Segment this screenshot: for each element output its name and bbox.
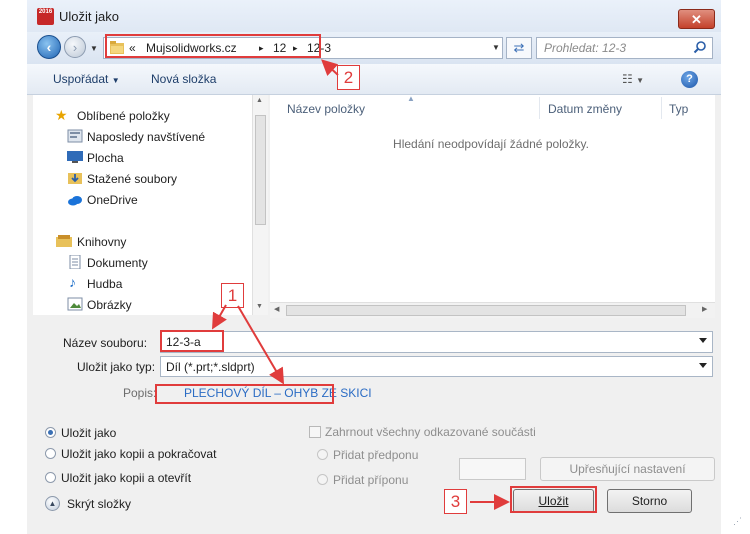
new-folder-button[interactable]: Nová složka [151,72,216,86]
onedrive-cloud-icon [68,196,82,206]
nav-item-recent[interactable]: Naposledy navštívené [87,130,205,144]
title-bar [27,0,721,32]
annotation-callout-2: 2 [337,65,360,90]
annotation-callout-1: 1 [221,283,244,308]
column-header-type[interactable]: Typ [669,102,688,116]
cancel-button[interactable]: Storno [607,489,692,513]
annotation-box-description [155,384,334,404]
documents-icon [69,255,81,269]
nav-item-documents[interactable]: Dokumenty [87,256,148,270]
command-toolbar [27,64,721,95]
add-prefix-radio[interactable] [317,449,328,460]
scroll-thumb[interactable] [255,115,266,225]
filename-input[interactable]: 12-3-a [160,331,713,353]
close-button[interactable]: ✕ [678,9,715,29]
nav-item-onedrive[interactable]: OneDrive [87,193,138,207]
solidworks-app-icon: 2016 [37,8,54,25]
window-title: Uložit jako [59,9,119,24]
column-header-name[interactable]: Název položky [287,102,365,116]
save-as-radio[interactable] [45,427,56,438]
libraries-icon [56,235,72,247]
file-list-horizontal-scrollbar[interactable]: ◀ ▶ [270,302,715,318]
filetype-value: Díl (*.prt;*.sldprt) [166,360,255,374]
advanced-settings-button[interactable]: Upřesňující nastavení [540,457,715,481]
save-copy-open-label[interactable]: Uložit jako kopii a otevřít [61,471,191,485]
nav-favorites-header[interactable]: Oblíbené položky [77,109,170,123]
file-list-pane [270,95,715,315]
add-prefix-label: Přidat předponu [333,448,419,462]
include-references-checkbox[interactable] [309,426,321,438]
scroll-up-arrow[interactable]: ▲ [256,97,263,104]
save-copy-continue-label[interactable]: Uložit jako kopii a pokračovat [61,447,216,461]
scroll-right-arrow[interactable]: ▶ [702,305,707,313]
address-dropdown[interactable]: ▼ [492,43,500,52]
view-options-icon[interactable]: ☷ ▼ [622,72,644,86]
filetype-label: Uložit jako typ: [77,360,156,374]
help-icon[interactable]: ? [681,71,698,88]
hide-folders-icon[interactable]: ▲ [45,496,60,511]
search-placeholder: Prohledat: 12-3 [544,41,627,55]
column-separator[interactable] [539,97,540,119]
save-copy-continue-radio[interactable] [45,448,56,459]
star-icon: ★ [55,107,68,123]
include-references-label: Zahrnout všechny odkazované součásti [325,425,536,439]
chevron-down-icon[interactable] [699,338,707,343]
nav-item-pictures[interactable]: Obrázky [87,298,132,312]
save-as-dialog: 2016 Uložit jako ✕ ‹ › ▼ « Mujsolidworks… [27,0,742,534]
filetype-select[interactable]: Díl (*.prt;*.sldprt) [160,356,713,377]
annotation-box-filename [160,330,224,352]
save-copy-open-radio[interactable] [45,472,56,483]
recent-pages-dropdown[interactable]: ▼ [90,44,98,53]
description-label: Popis: [123,386,157,400]
search-icon [693,41,706,54]
resize-grip[interactable]: ⋰ [733,516,742,527]
recent-places-icon [67,129,83,143]
scroll-thumb[interactable] [286,305,686,316]
annotation-callout-3: 3 [444,489,467,514]
nav-item-music[interactable]: Hudba [87,277,122,291]
empty-results-message: Hledání neodpovídají žádné položky. [393,137,589,151]
scroll-left-arrow[interactable]: ◀ [274,305,279,313]
chevron-down-icon[interactable] [699,363,707,368]
organize-button[interactable]: Uspořádat ▼ [53,72,120,86]
nav-pane-scrollbar[interactable]: ▲ ▼ [252,95,268,315]
sort-arrow-icon: ▲ [407,94,415,103]
prefix-suffix-input[interactable] [459,458,526,480]
back-button[interactable]: ‹ [37,35,61,59]
music-icon: ♪ [69,274,76,290]
scroll-down-arrow[interactable]: ▼ [256,303,263,310]
nav-item-desktop[interactable]: Plocha [87,151,124,165]
save-as-radio-label[interactable]: Uložit jako [61,426,116,440]
annotation-box-breadcrumb [105,34,321,58]
nav-item-downloads[interactable]: Stažené soubory [87,172,177,186]
downloads-icon [68,173,82,184]
column-separator[interactable] [661,97,662,119]
desktop-icon [67,151,83,163]
hide-folders-label[interactable]: Skrýt složky [67,497,131,511]
nav-libraries-header[interactable]: Knihovny [77,235,126,249]
search-input[interactable]: Prohledat: 12-3 [536,37,713,59]
refresh-button[interactable]: ⇄ [506,37,532,59]
add-suffix-label: Přidat příponu [333,473,409,487]
forward-button[interactable]: › [64,36,86,58]
filename-label: Název souboru: [63,336,148,350]
add-suffix-radio[interactable] [317,474,328,485]
column-header-date[interactable]: Datum změny [548,102,622,116]
pictures-icon [67,297,83,311]
annotation-box-save-button [510,486,597,513]
